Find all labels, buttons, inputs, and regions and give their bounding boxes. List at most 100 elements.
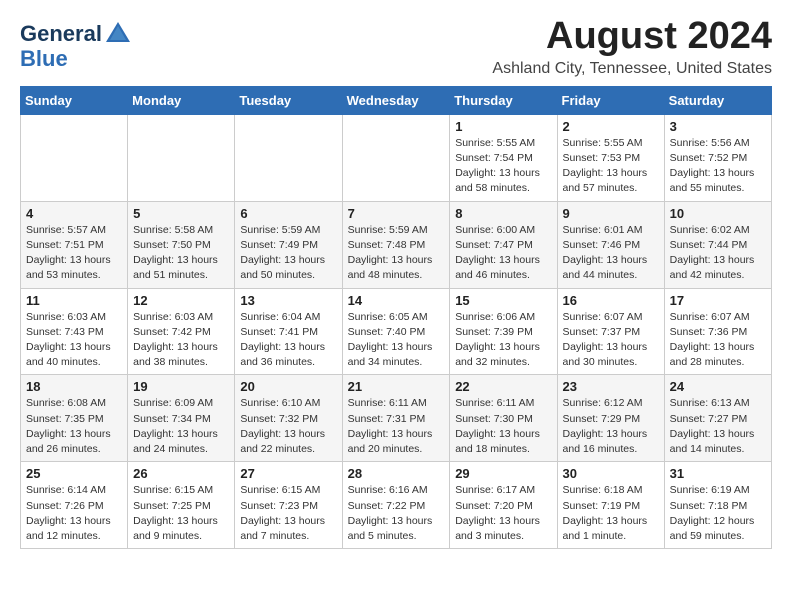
day-info: Sunrise: 5:59 AMSunset: 7:48 PMDaylight:… [348, 223, 445, 284]
day-number: 5 [133, 206, 229, 221]
weekday-header: Monday [128, 86, 235, 114]
day-number: 20 [240, 379, 336, 394]
calendar-cell: 23Sunrise: 6:12 AMSunset: 7:29 PMDayligh… [557, 375, 664, 462]
weekday-header: Thursday [450, 86, 557, 114]
day-number: 16 [563, 293, 659, 308]
day-info: Sunrise: 5:55 AMSunset: 7:54 PMDaylight:… [455, 136, 551, 197]
calendar-cell: 6Sunrise: 5:59 AMSunset: 7:49 PMDaylight… [235, 201, 342, 288]
calendar-cell: 26 Sunrise: 6:15 AMSunset: 7:25 PMDayligh… [128, 462, 235, 549]
day-info: Sunrise: 6:11 AMSunset: 7:31 PMDaylight:… [348, 396, 445, 457]
day-info: Sunrise: 6:04 AMSunset: 7:41 PMDaylight:… [240, 310, 336, 371]
day-info: Sunrise: 6:18 AMSunset: 7:19 PMDaylight:… [563, 483, 659, 544]
calendar-cell: 30 Sunrise: 6:18 AMSunset: 7:19 PMDayligh… [557, 462, 664, 549]
calendar-cell: 12 Sunrise: 6:03 AMSunset: 7:42 PMDayligh… [128, 288, 235, 375]
calendar-cell: 31 Sunrise: 6:19 AMSunset: 7:18 PMDayligh… [664, 462, 771, 549]
day-info: Sunrise: 6:19 AMSunset: 7:18 PMDaylight:… [670, 483, 766, 544]
day-info: Sunrise: 6:08 AMSunset: 7:35 PMDaylight:… [26, 396, 122, 457]
day-info: Sunrise: 6:12 AMSunset: 7:29 PMDaylight:… [563, 396, 659, 457]
day-info: Sunrise: 6:01 AMSunset: 7:46 PMDaylight:… [563, 223, 659, 284]
day-info: Sunrise: 6:15 AMSunset: 7:25 PMDaylight:… [133, 483, 229, 544]
calendar-cell: 16 Sunrise: 6:07 AMSunset: 7:37 PMDayligh… [557, 288, 664, 375]
calendar-week-row: 4 Sunrise: 5:57 AMSunset: 7:51 PMDaylight… [21, 201, 772, 288]
day-info: Sunrise: 6:11 AMSunset: 7:30 PMDaylight:… [455, 396, 551, 457]
calendar-cell: 9Sunrise: 6:01 AMSunset: 7:46 PMDaylight… [557, 201, 664, 288]
calendar-cell: 20Sunrise: 6:10 AMSunset: 7:32 PMDayligh… [235, 375, 342, 462]
calendar-cell: 29 Sunrise: 6:17 AMSunset: 7:20 PMDayligh… [450, 462, 557, 549]
calendar-cell: 2 Sunrise: 5:55 AMSunset: 7:53 PMDaylight… [557, 114, 664, 201]
day-number: 28 [348, 466, 445, 481]
day-info: Sunrise: 6:15 AMSunset: 7:23 PMDaylight:… [240, 483, 336, 544]
title-area: August 2024 Ashland City, Tennessee, Uni… [492, 16, 772, 78]
day-number: 18 [26, 379, 122, 394]
calendar-cell: 1 Sunrise: 5:55 AMSunset: 7:54 PMDaylight… [450, 114, 557, 201]
day-number: 27 [240, 466, 336, 481]
calendar-cell: 15Sunrise: 6:06 AMSunset: 7:39 PMDayligh… [450, 288, 557, 375]
calendar-cell: 5 Sunrise: 5:58 AMSunset: 7:50 PMDaylight… [128, 201, 235, 288]
day-number: 29 [455, 466, 551, 481]
logo-general: General [20, 23, 102, 45]
calendar-cell: 4 Sunrise: 5:57 AMSunset: 7:51 PMDaylight… [21, 201, 128, 288]
weekday-header: Tuesday [235, 86, 342, 114]
calendar-table: SundayMondayTuesdayWednesdayThursdayFrid… [20, 86, 772, 549]
calendar-week-row: 18 Sunrise: 6:08 AMSunset: 7:35 PMDayligh… [21, 375, 772, 462]
calendar-cell [342, 114, 450, 201]
day-number: 4 [26, 206, 122, 221]
day-info: Sunrise: 5:57 AMSunset: 7:51 PMDaylight:… [26, 223, 122, 284]
weekday-header: Saturday [664, 86, 771, 114]
calendar-cell: 18 Sunrise: 6:08 AMSunset: 7:35 PMDayligh… [21, 375, 128, 462]
weekday-header: Friday [557, 86, 664, 114]
day-number: 6 [240, 206, 336, 221]
calendar-cell: 3Sunrise: 5:56 AMSunset: 7:52 PMDaylight… [664, 114, 771, 201]
day-number: 7 [348, 206, 445, 221]
calendar-cell: 24 Sunrise: 6:13 AMSunset: 7:27 PMDayligh… [664, 375, 771, 462]
calendar-cell: 8 Sunrise: 6:00 AMSunset: 7:47 PMDaylight… [450, 201, 557, 288]
day-info: Sunrise: 6:09 AMSunset: 7:34 PMDaylight:… [133, 396, 229, 457]
day-info: Sunrise: 6:13 AMSunset: 7:27 PMDaylight:… [670, 396, 766, 457]
day-number: 11 [26, 293, 122, 308]
day-number: 17 [670, 293, 766, 308]
month-year-title: August 2024 [492, 16, 772, 58]
day-info: Sunrise: 6:07 AMSunset: 7:37 PMDaylight:… [563, 310, 659, 371]
calendar-cell [128, 114, 235, 201]
calendar-cell: 27 Sunrise: 6:15 AMSunset: 7:23 PMDayligh… [235, 462, 342, 549]
day-info: Sunrise: 6:02 AMSunset: 7:44 PMDaylight:… [670, 223, 766, 284]
calendar-cell: 11 Sunrise: 6:03 AMSunset: 7:43 PMDayligh… [21, 288, 128, 375]
day-info: Sunrise: 6:05 AMSunset: 7:40 PMDaylight:… [348, 310, 445, 371]
day-number: 22 [455, 379, 551, 394]
calendar-cell: 19Sunrise: 6:09 AMSunset: 7:34 PMDayligh… [128, 375, 235, 462]
logo: General Blue [20, 20, 132, 71]
calendar-week-row: 25Sunrise: 6:14 AMSunset: 7:26 PMDayligh… [21, 462, 772, 549]
day-info: Sunrise: 5:55 AMSunset: 7:53 PMDaylight:… [563, 136, 659, 197]
calendar-cell [21, 114, 128, 201]
day-number: 2 [563, 119, 659, 134]
day-info: Sunrise: 5:58 AMSunset: 7:50 PMDaylight:… [133, 223, 229, 284]
day-info: Sunrise: 6:07 AMSunset: 7:36 PMDaylight:… [670, 310, 766, 371]
day-number: 13 [240, 293, 336, 308]
day-info: Sunrise: 6:03 AMSunset: 7:43 PMDaylight:… [26, 310, 122, 371]
day-info: Sunrise: 5:56 AMSunset: 7:52 PMDaylight:… [670, 136, 766, 197]
calendar-cell: 7 Sunrise: 5:59 AMSunset: 7:48 PMDaylight… [342, 201, 450, 288]
calendar-cell: 13 Sunrise: 6:04 AMSunset: 7:41 PMDayligh… [235, 288, 342, 375]
calendar-cell: 10Sunrise: 6:02 AMSunset: 7:44 PMDayligh… [664, 201, 771, 288]
day-info: Sunrise: 6:14 AMSunset: 7:26 PMDaylight:… [26, 483, 122, 544]
weekday-header-row: SundayMondayTuesdayWednesdayThursdayFrid… [21, 86, 772, 114]
day-number: 26 [133, 466, 229, 481]
calendar-cell [235, 114, 342, 201]
day-number: 31 [670, 466, 766, 481]
page-header: General Blue August 2024 Ashland City, T… [20, 16, 772, 78]
day-number: 24 [670, 379, 766, 394]
calendar-cell: 22 Sunrise: 6:11 AMSunset: 7:30 PMDayligh… [450, 375, 557, 462]
day-info: Sunrise: 6:16 AMSunset: 7:22 PMDaylight:… [348, 483, 445, 544]
day-info: Sunrise: 6:03 AMSunset: 7:42 PMDaylight:… [133, 310, 229, 371]
day-number: 12 [133, 293, 229, 308]
day-info: Sunrise: 6:00 AMSunset: 7:47 PMDaylight:… [455, 223, 551, 284]
day-number: 14 [348, 293, 445, 308]
day-number: 21 [348, 379, 445, 394]
calendar-cell: 14 Sunrise: 6:05 AMSunset: 7:40 PMDayligh… [342, 288, 450, 375]
day-number: 1 [455, 119, 551, 134]
day-info: Sunrise: 6:06 AMSunset: 7:39 PMDaylight:… [455, 310, 551, 371]
calendar-cell: 28 Sunrise: 6:16 AMSunset: 7:22 PMDayligh… [342, 462, 450, 549]
day-number: 8 [455, 206, 551, 221]
day-number: 30 [563, 466, 659, 481]
day-info: Sunrise: 6:17 AMSunset: 7:20 PMDaylight:… [455, 483, 551, 544]
